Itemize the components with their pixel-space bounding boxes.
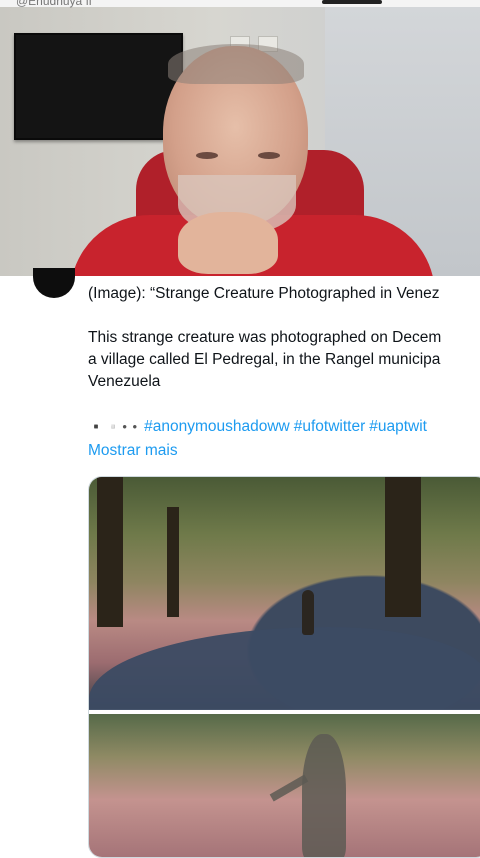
tweet-image-title: (Image): “Strange Creature Photographed … xyxy=(88,285,440,302)
tree-trunk xyxy=(97,477,123,627)
tree-trunk xyxy=(385,477,421,617)
tweet-body-line: a village called El Pedregal, in the Ran… xyxy=(88,351,441,368)
tweet-body-line: Venezuela xyxy=(88,373,161,390)
emoji-string: ▪️▫️• • xyxy=(88,419,139,434)
wall-tv xyxy=(14,33,183,140)
avatar[interactable] xyxy=(33,268,75,298)
tweet-media[interactable] xyxy=(88,476,480,858)
webcam-overlay: @Ehudhuya fi xyxy=(0,0,480,276)
creature-figure xyxy=(302,590,314,635)
hashtag-row: ▪️▫️• • #anonymoushadoww #ufotwitter #uaptw… xyxy=(88,418,431,436)
creature-photo-1[interactable] xyxy=(89,477,480,717)
person-eye-right xyxy=(258,152,280,159)
handle-fragment: @Ehudhuya fi xyxy=(16,0,92,8)
tweet-body-line: This strange creature was photographed o… xyxy=(88,329,442,346)
show-more-link[interactable]: Mostrar mais xyxy=(88,442,178,460)
person-eye-left xyxy=(196,152,218,159)
hashtag-link[interactable]: #uaptwit xyxy=(369,418,427,435)
tree-trunk xyxy=(167,507,179,617)
creature-figure xyxy=(302,734,346,857)
hashtag-link[interactable]: #anonymoushadoww xyxy=(144,418,290,435)
dark-bar xyxy=(322,0,382,4)
tweet: (Image): “Strange Creature Photographed … xyxy=(0,268,480,858)
person-hand xyxy=(178,212,278,274)
rock xyxy=(89,627,480,717)
top-strip: @Ehudhuya fi xyxy=(0,0,480,8)
person-hair xyxy=(168,44,304,84)
creature-photo-2[interactable] xyxy=(89,714,480,857)
hashtag-link[interactable]: #ufotwitter xyxy=(294,418,366,435)
